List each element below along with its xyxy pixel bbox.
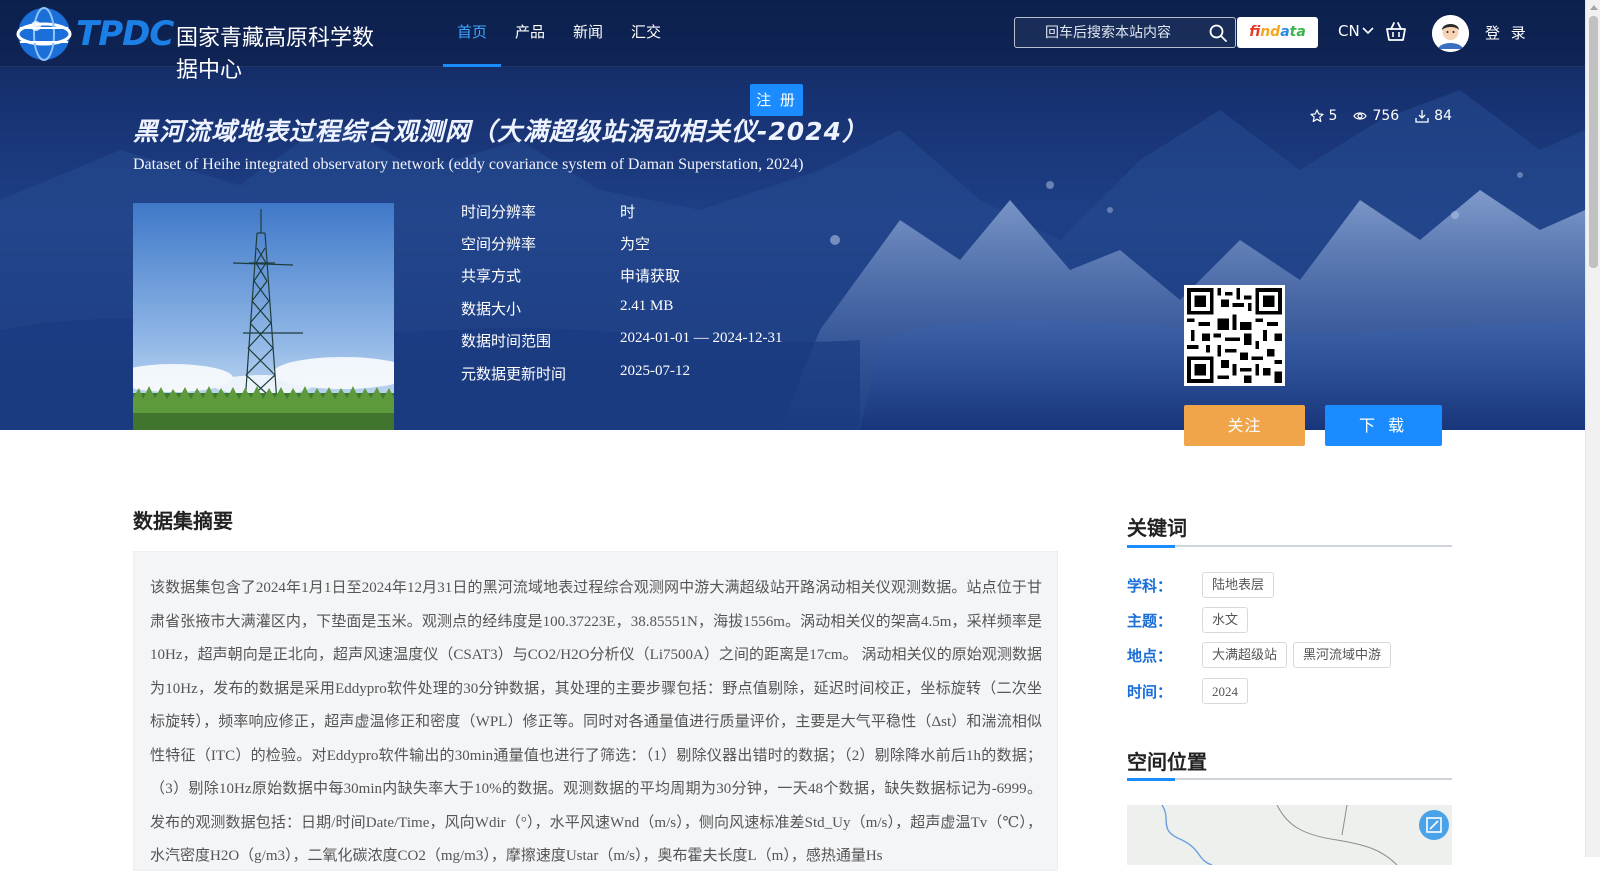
metadata-label: 空间分辨率: [461, 235, 537, 253]
dataset-thumbnail-image: [133, 203, 394, 430]
dataset-title-english: Dataset of Heihe integrated observatory …: [133, 156, 804, 173]
language-switcher[interactable]: CN: [1338, 22, 1374, 40]
view-count: 756: [1353, 108, 1399, 124]
metadata-value: 时: [620, 205, 636, 221]
qr-code-image: [1184, 285, 1285, 386]
top-navigation-bar: TPDC 国家青藏高原科学数据中心 首页 产品 新闻 汇交 findata CN: [0, 0, 1585, 83]
globe-logo-icon: [16, 7, 72, 61]
download-button[interactable]: 下 载: [1325, 405, 1442, 446]
star-count[interactable]: 5: [1309, 108, 1338, 124]
scrollbar-thumb[interactable]: [1589, 16, 1598, 268]
metadata-value: 2.41 MB: [620, 298, 674, 314]
nav-item-news[interactable]: 新闻: [559, 0, 617, 67]
keyword-tag[interactable]: 大满超级站: [1202, 642, 1288, 668]
dataset-stats: 5 756 84: [1309, 108, 1452, 124]
star-icon: [1309, 109, 1324, 123]
metadata-value: 申请获取: [620, 269, 681, 285]
keyword-row-place: 地点： 大满超级站 黑河流域中游: [1127, 642, 1397, 668]
metadata-row-updated-time: 元数据更新时间 2025-07-12: [461, 363, 861, 389]
keyword-tag[interactable]: 黑河流域中游: [1293, 642, 1392, 668]
metadata-label: 数据大小: [461, 300, 522, 318]
keyword-label: 时间：: [1127, 682, 1173, 701]
findata-part-2: nd: [1260, 24, 1281, 40]
view-count-value: 756: [1372, 108, 1400, 124]
keyword-tag[interactable]: 水文: [1202, 607, 1249, 633]
keyword-label: 地点：: [1127, 646, 1173, 665]
login-link[interactable]: 登 录: [1485, 22, 1529, 43]
logo-tpdc-text: TPDC: [76, 14, 174, 54]
site-search-box: [1014, 17, 1236, 48]
findata-part-4: ta: [1289, 24, 1306, 40]
abstract-heading: 数据集摘要: [133, 509, 233, 533]
abstract-text: 该数据集包含了2024年1月1日至2024年12月31日的黑河流域地表过程综合观…: [150, 580, 1042, 864]
shopping-basket-icon[interactable]: [1385, 21, 1407, 43]
keyword-row-time: 时间： 2024: [1127, 678, 1254, 704]
keyword-row-theme: 主题： 水文: [1127, 607, 1254, 633]
download-count: 84: [1415, 108, 1452, 124]
keywords-heading: 关键词: [1127, 516, 1187, 540]
findata-part-3: a: [1280, 24, 1290, 40]
map-image: [1127, 805, 1452, 865]
chevron-down-icon: [1362, 27, 1374, 35]
keyword-tag[interactable]: 陆地表层: [1202, 572, 1275, 598]
keyword-row-discipline: 学科： 陆地表层: [1127, 572, 1280, 598]
nav-item-home[interactable]: 首页: [443, 0, 502, 67]
findata-part-1: fi: [1249, 24, 1261, 40]
follow-button[interactable]: 关注: [1184, 405, 1305, 446]
expand-icon: [1426, 817, 1442, 833]
metadata-value: 2024-01-01 — 2024-12-31: [620, 330, 783, 346]
main-menu: 首页 产品 新闻 汇交: [443, 0, 675, 67]
page-scrollbar[interactable]: [1585, 0, 1600, 857]
download-icon: [1415, 110, 1429, 123]
keyword-label: 主题：: [1127, 611, 1173, 630]
location-heading: 空间位置: [1127, 750, 1207, 774]
keyword-label: 学科：: [1127, 576, 1173, 595]
metadata-label: 元数据更新时间: [461, 365, 567, 383]
search-icon[interactable]: [1209, 24, 1227, 42]
metadata-label: 时间分辨率: [461, 203, 537, 221]
site-logo[interactable]: TPDC 国家青藏高原科学数据中心: [14, 4, 394, 83]
nav-item-products[interactable]: 产品: [501, 0, 559, 67]
user-avatar-icon: [1432, 15, 1469, 52]
metadata-label: 数据时间范围: [461, 332, 552, 350]
map-fullscreen-button[interactable]: [1419, 810, 1449, 840]
metadata-value: 2025-07-12: [620, 363, 690, 379]
metadata-row-spatial-resolution: 空间分辨率 为空: [461, 233, 861, 259]
abstract-panel: 该数据集包含了2024年1月1日至2024年12月31日的黑河流域地表过程综合观…: [133, 551, 1058, 871]
metadata-row-sharing-mode: 共享方式 申请获取: [461, 265, 861, 291]
metadata-row-data-size: 数据大小 2.41 MB: [461, 298, 861, 324]
metadata-row-temporal-resolution: 时间分辨率 时: [461, 201, 861, 227]
metadata-row-time-range: 数据时间范围 2024-01-01 — 2024-12-31: [461, 330, 861, 356]
location-divider: [1127, 777, 1452, 781]
keyword-tag[interactable]: 2024: [1202, 678, 1248, 704]
hero-banner: TPDC 国家青藏高原科学数据中心 首页 产品 新闻 汇交 findata CN: [0, 0, 1585, 430]
search-input[interactable]: [1015, 18, 1205, 47]
location-map[interactable]: [1127, 805, 1452, 865]
dataset-title-chinese: 黑河流域地表过程综合观测网（大满超级站涡动相关仪-2024）: [133, 117, 868, 146]
logo-chinese-name: 国家青藏高原科学数据中心: [176, 26, 375, 83]
scroll-up-arrow-icon[interactable]: [1590, 5, 1598, 10]
language-label: CN: [1338, 22, 1360, 40]
findata-button[interactable]: findata: [1237, 17, 1318, 48]
star-count-value: 5: [1328, 108, 1338, 124]
user-avatar[interactable]: [1432, 15, 1469, 52]
metadata-value: 为空: [620, 237, 651, 253]
download-count-value: 84: [1434, 108, 1452, 124]
keywords-divider: [1127, 544, 1452, 548]
metadata-label: 共享方式: [461, 267, 522, 285]
nav-item-submit[interactable]: 汇交: [617, 0, 675, 67]
eye-icon: [1353, 112, 1368, 120]
